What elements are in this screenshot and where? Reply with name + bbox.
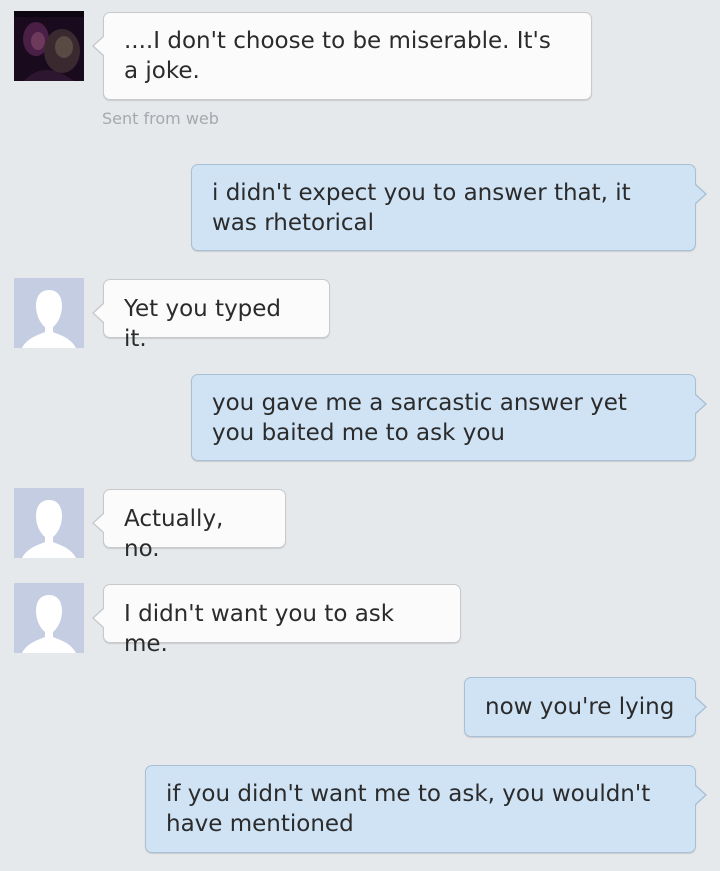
message-bubble-incoming[interactable]: Actually, no. <box>92 489 286 562</box>
message-bubble-outgoing[interactable]: you gave me a sarcastic answer yet you b… <box>191 374 707 461</box>
default-avatar-icon[interactable] <box>14 278 84 348</box>
message-text: ....I don't choose to be miserable. It's… <box>124 28 551 84</box>
message-text: Actually, no. <box>124 506 224 562</box>
message-text: if you didn't want me to ask, you wouldn… <box>166 781 651 837</box>
message-text: i didn't expect you to answer that, it w… <box>212 180 631 236</box>
message-text: you gave me a sarcastic answer yet you b… <box>212 390 627 446</box>
message-bubble-incoming[interactable]: Yet you typed it. <box>92 279 330 352</box>
message-bubble-outgoing[interactable]: i didn't expect you to answer that, it w… <box>191 164 707 251</box>
message-bubble-outgoing[interactable]: now you're lying <box>464 677 707 737</box>
message-text: I didn't want you to ask me. <box>124 601 395 657</box>
default-avatar-icon[interactable] <box>14 583 84 653</box>
default-avatar-icon[interactable] <box>14 488 84 558</box>
message-bubble-incoming[interactable]: ....I don't choose to be miserable. It's… <box>92 12 592 100</box>
message-text: Yet you typed it. <box>124 296 282 352</box>
message-text: now you're lying <box>485 694 675 720</box>
photo-avatar[interactable] <box>14 11 84 81</box>
message-bubble-outgoing[interactable]: if you didn't want me to ask, you wouldn… <box>145 765 707 853</box>
sent-from-label: Sent from web <box>102 109 219 128</box>
message-bubble-incoming[interactable]: I didn't want you to ask me. <box>92 584 461 657</box>
